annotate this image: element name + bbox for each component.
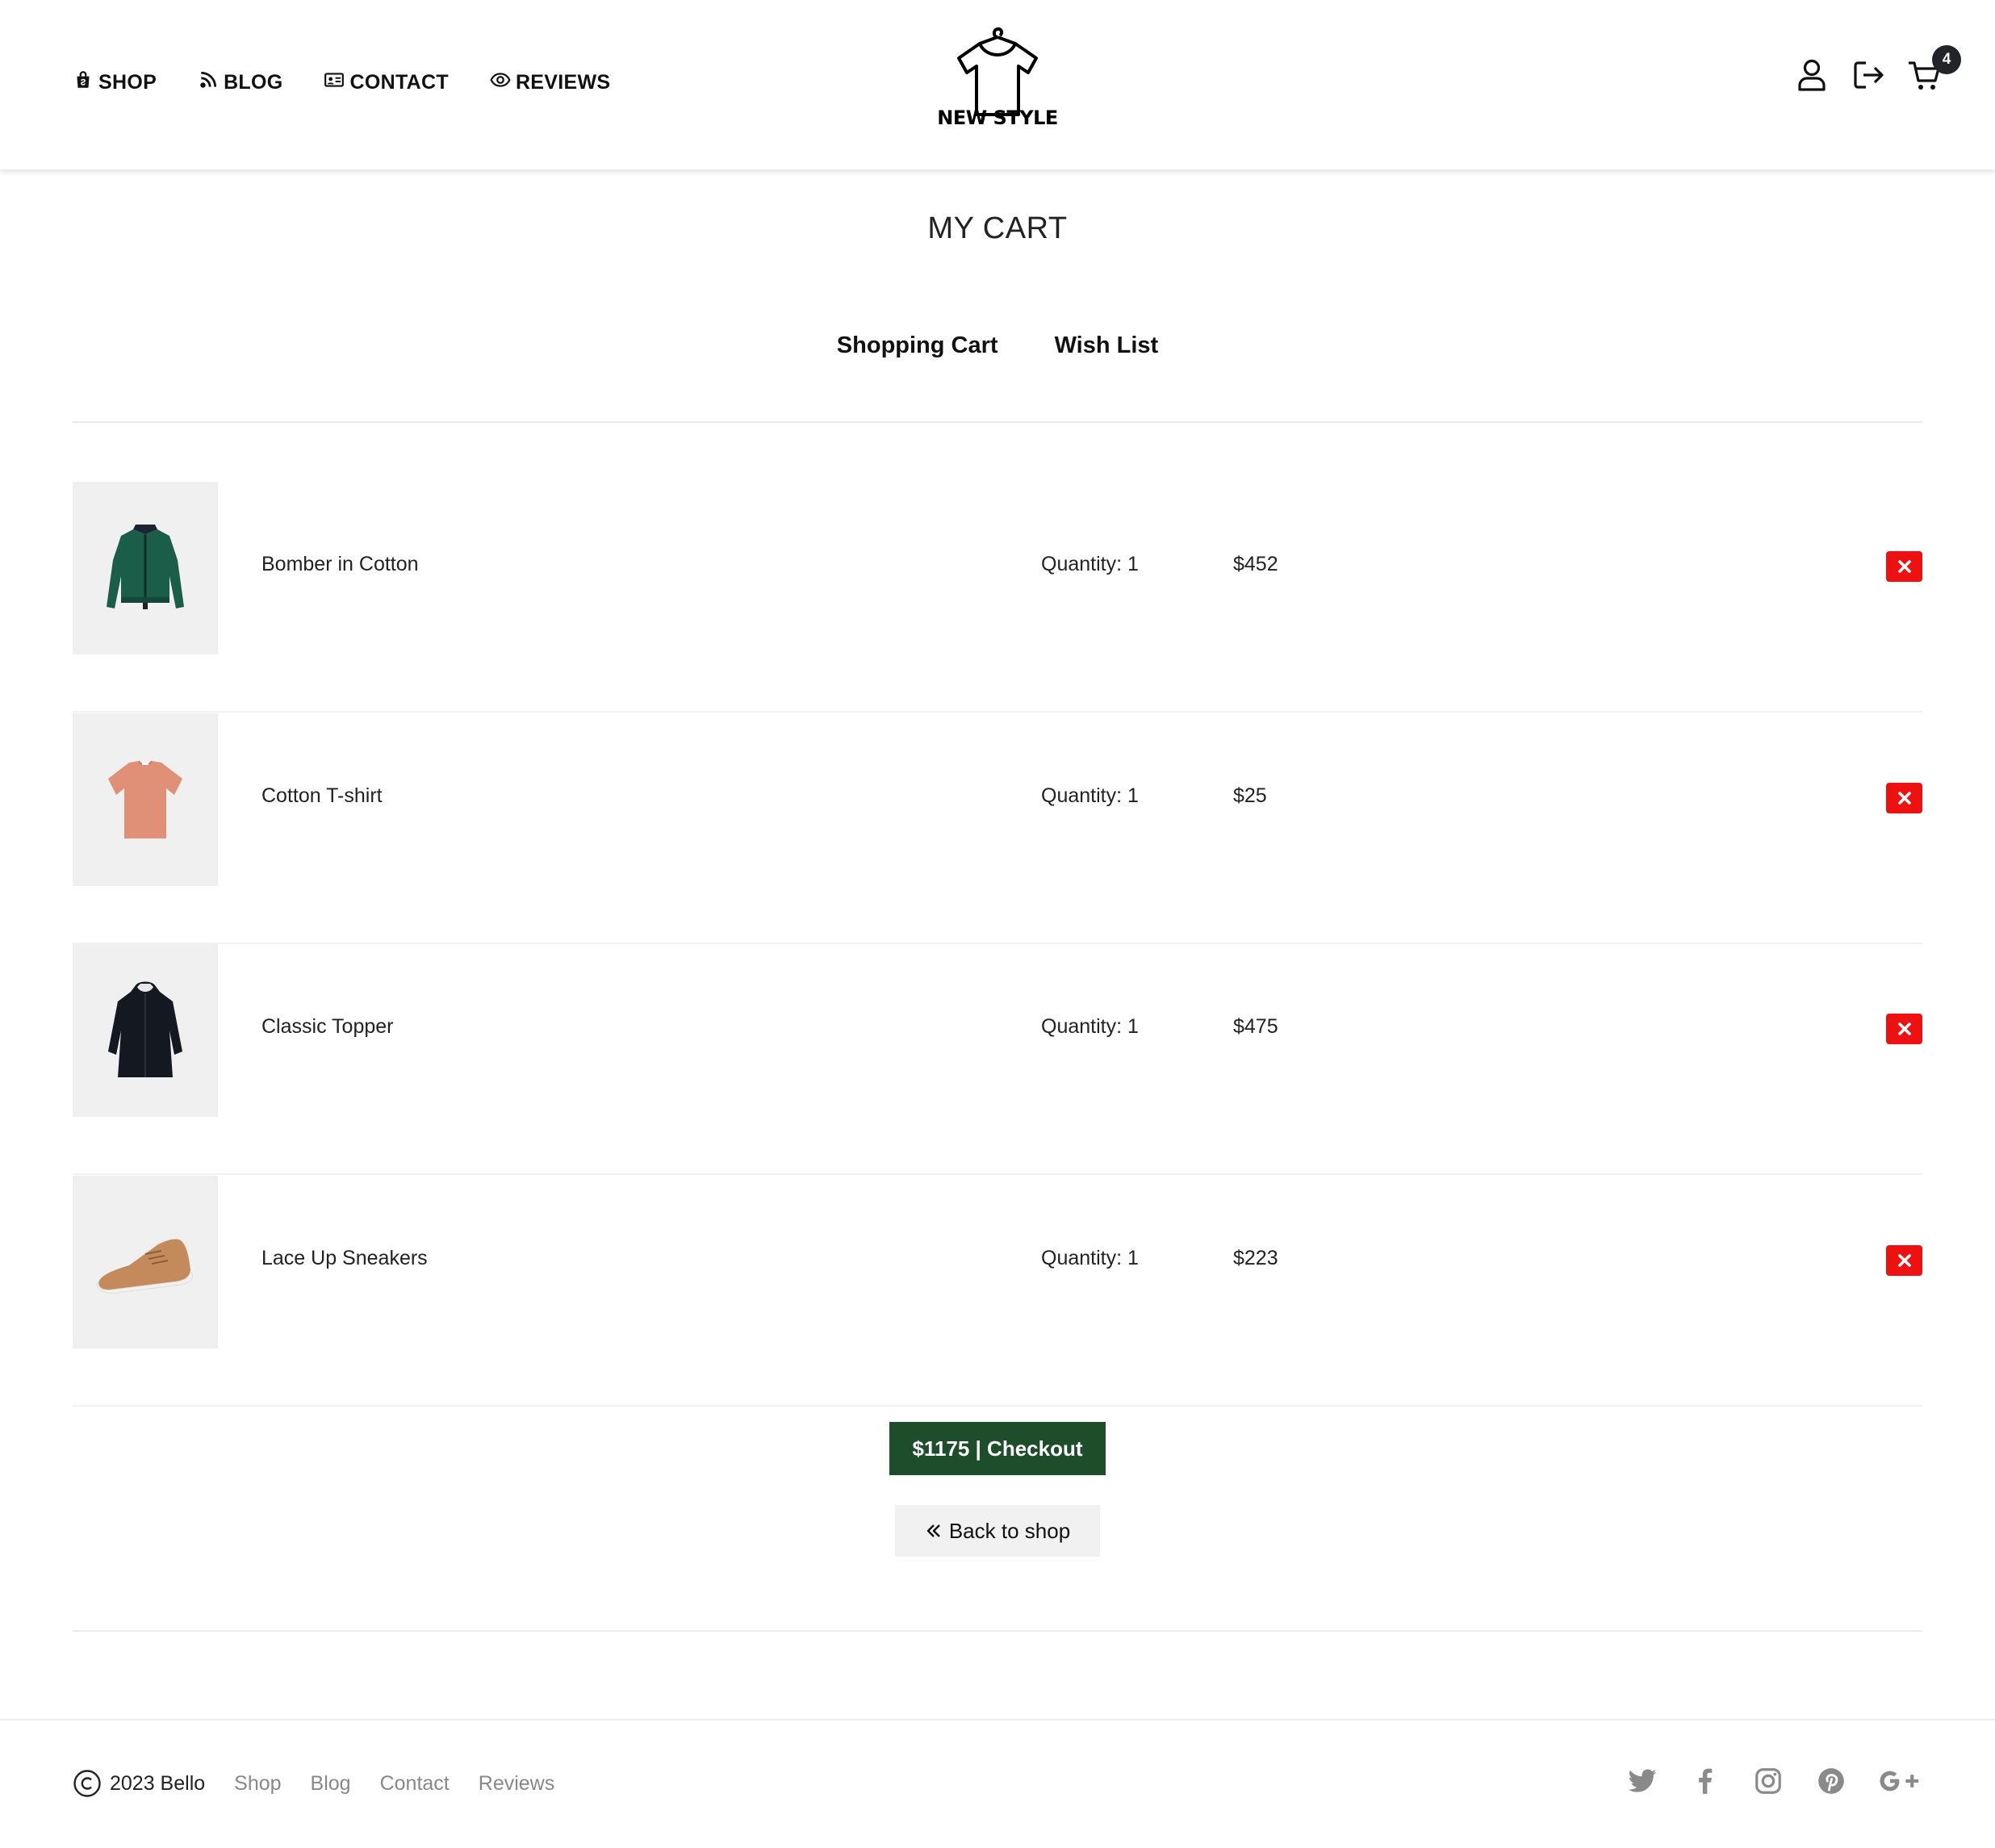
- eye-icon: [490, 69, 511, 96]
- header-actions: 4: [1774, 45, 1961, 94]
- copyright-icon: [73, 1770, 101, 1797]
- cart-tabs: Shopping Cart Wish List: [0, 332, 1995, 359]
- rss-icon: [198, 69, 219, 96]
- remove-item-button[interactable]: [1886, 1245, 1922, 1276]
- site-header: SHOP BLOG CONTACT REVIEWS NEW STYLE 4: [0, 0, 1995, 169]
- footer-nav: 2023 Bello Shop Blog Contact Reviews: [73, 1769, 583, 1798]
- copyright-text: 2023 Bello: [110, 1771, 206, 1795]
- back-to-shop-button[interactable]: Back to shop: [895, 1505, 1100, 1557]
- product-image[interactable]: [73, 1176, 218, 1348]
- close-icon: [1897, 560, 1911, 573]
- close-icon: [1897, 1022, 1911, 1035]
- footer-link-contact[interactable]: Contact: [380, 1772, 450, 1796]
- double-chevron-left-icon: [926, 1524, 940, 1537]
- twitter-icon[interactable]: [1627, 1766, 1658, 1796]
- item-price: $25: [1233, 784, 1267, 807]
- google-plus-icon[interactable]: [1879, 1766, 1922, 1796]
- item-name[interactable]: Lace Up Sneakers: [261, 1247, 428, 1270]
- page-title: MY CART: [927, 211, 1068, 245]
- nav-reviews[interactable]: REVIEWS: [490, 69, 610, 96]
- tab-wish-list[interactable]: Wish List: [1055, 332, 1159, 359]
- instagram-icon[interactable]: [1753, 1766, 1784, 1796]
- content-divider: [73, 1630, 1922, 1632]
- shopping-bag-icon: [73, 69, 94, 96]
- tabs-divider: [73, 421, 1922, 423]
- product-image[interactable]: [73, 944, 218, 1117]
- logo-text: NEW STYLE: [937, 107, 1058, 129]
- remove-item-button[interactable]: [1886, 551, 1922, 582]
- remove-item-button[interactable]: [1886, 1014, 1922, 1044]
- checkout-button[interactable]: $1175 | Checkout: [889, 1422, 1106, 1475]
- contact-card-icon: [324, 69, 345, 96]
- logout-button[interactable]: [1850, 56, 1887, 94]
- nav-blog-label: BLOG: [224, 71, 283, 94]
- cart-row: Classic Topper Quantity: 1 $475: [73, 944, 1922, 1175]
- nav-reviews-label: REVIEWS: [515, 71, 611, 94]
- green-bomber-jacket-image: [107, 525, 184, 609]
- item-name[interactable]: Bomber in Cotton: [261, 553, 419, 576]
- cart-count-badge: 4: [1932, 45, 1961, 74]
- social-links: [1595, 1766, 1922, 1796]
- item-name[interactable]: Cotton T-shirt: [261, 784, 383, 808]
- pinterest-icon[interactable]: [1816, 1766, 1847, 1796]
- nav-contact-label: CONTACT: [349, 71, 449, 94]
- row-divider: [73, 711, 1922, 713]
- footer-link-shop[interactable]: Shop: [234, 1772, 281, 1796]
- item-name[interactable]: Classic Topper: [261, 1015, 394, 1039]
- footer-link-reviews[interactable]: Reviews: [479, 1772, 554, 1796]
- item-price: $223: [1233, 1247, 1278, 1269]
- remove-item-button[interactable]: [1886, 783, 1922, 813]
- t-shirt-hanger-logo-icon: [957, 27, 1038, 116]
- item-price: $452: [1233, 553, 1278, 575]
- item-price: $475: [1233, 1015, 1278, 1038]
- item-quantity: Quantity: 1: [1041, 553, 1139, 575]
- cart-row: Lace Up Sneakers Quantity: 1 $223: [73, 1176, 1922, 1407]
- product-image[interactable]: [73, 713, 218, 886]
- nav-shop[interactable]: SHOP: [73, 69, 157, 96]
- copyright: 2023 Bello: [73, 1769, 205, 1798]
- account-button[interactable]: [1793, 56, 1830, 94]
- nav-shop-label: SHOP: [98, 71, 157, 94]
- tan-sneaker-image: [96, 1239, 193, 1294]
- nav-blog[interactable]: BLOG: [198, 69, 282, 96]
- main-nav: SHOP BLOG CONTACT REVIEWS: [73, 69, 651, 96]
- item-quantity: Quantity: 1: [1041, 1015, 1139, 1038]
- cart-button[interactable]: 4: [1906, 45, 1961, 94]
- nav-contact[interactable]: CONTACT: [324, 69, 449, 96]
- cart-row: Cotton T-shirt Quantity: 1 $25: [73, 713, 1922, 944]
- item-quantity: Quantity: 1: [1041, 1247, 1139, 1269]
- black-coat-image: [108, 981, 182, 1077]
- cart-row: Bomber in Cotton Quantity: 1 $452: [73, 482, 1922, 713]
- site-footer: 2023 Bello Shop Blog Contact Reviews: [0, 1719, 1995, 1848]
- close-icon: [1897, 1254, 1911, 1267]
- user-icon: [1798, 59, 1826, 91]
- footer-link-blog[interactable]: Blog: [311, 1772, 351, 1796]
- facebook-icon[interactable]: [1690, 1766, 1721, 1796]
- close-icon: [1897, 792, 1911, 805]
- item-quantity: Quantity: 1: [1041, 784, 1139, 807]
- tab-shopping-cart[interactable]: Shopping Cart: [837, 332, 998, 359]
- row-divider: [73, 1173, 1922, 1175]
- logout-icon: [1854, 61, 1884, 89]
- back-to-shop-label: Back to shop: [948, 1518, 1071, 1543]
- salmon-t-shirt-image: [108, 760, 182, 838]
- row-divider: [73, 1405, 1922, 1407]
- product-image[interactable]: [73, 482, 218, 654]
- site-logo[interactable]: NEW STYLE: [936, 19, 1059, 129]
